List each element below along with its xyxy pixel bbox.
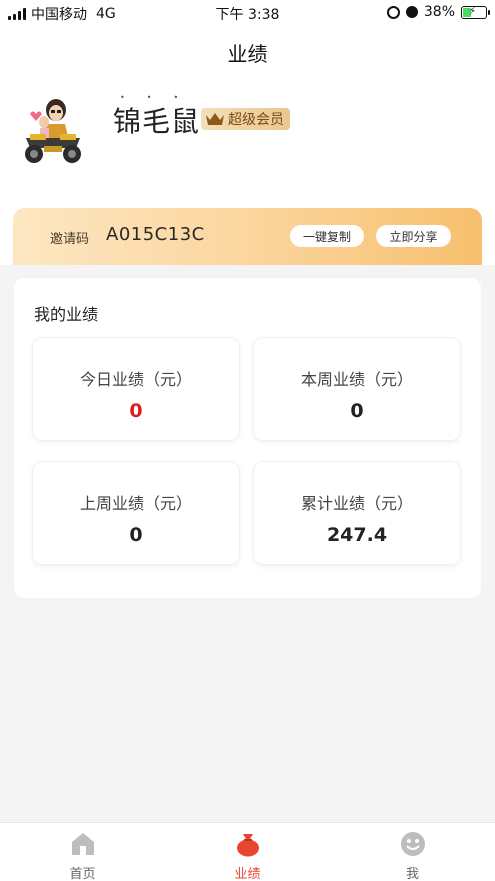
invite-card: 邀请码 A015C13C 一键复制 立即分享 [13, 208, 482, 265]
stat-label: 本周业绩（元） [300, 370, 413, 389]
orientation-lock-icon [386, 5, 400, 19]
copy-code-button[interactable]: 一键复制 [290, 225, 364, 247]
member-badge: 超级会员 [201, 108, 290, 130]
invite-code-value: A015C13C [106, 224, 205, 245]
page-title: 业绩 [227, 42, 268, 66]
tab-me[interactable]: 我 [330, 823, 495, 881]
share-button[interactable]: 立即分享 [376, 225, 451, 247]
tab-performance[interactable]: 业绩 [165, 823, 330, 881]
stat-value: 0 [129, 400, 143, 422]
stat-today[interactable]: 今日业绩（元） 0 [32, 337, 240, 441]
stat-total[interactable]: 累计业绩（元） 247.4 [253, 461, 461, 565]
avatar-illustration [25, 99, 81, 163]
tab-home[interactable]: 首页 [0, 823, 165, 881]
status-right: 38% ⚡ [386, 4, 490, 20]
tab-label: 业绩 [234, 867, 261, 881]
avatar[interactable] [20, 94, 86, 168]
stat-value: 0 [129, 524, 143, 546]
performance-card: 我的业绩 今日业绩（元） 0 本周业绩（元） 0 上周业绩（元） 0 累计业绩（… [14, 278, 481, 598]
tab-label: 我 [405, 867, 419, 881]
home-icon [72, 833, 94, 855]
tab-label: 首页 [69, 867, 96, 881]
username: 锦毛鼠 [113, 105, 201, 138]
alarm-icon [405, 6, 418, 18]
tab-bar: 首页 业绩 我 [0, 822, 495, 881]
battery-percent: 38% [423, 4, 455, 20]
stat-this-week[interactable]: 本周业绩（元） 0 [253, 337, 461, 441]
stat-label: 今日业绩（元） [79, 370, 192, 389]
stat-last-week[interactable]: 上周业绩（元） 0 [32, 461, 240, 565]
money-bag-icon [237, 834, 259, 857]
invite-code-label: 邀请码 [50, 232, 90, 247]
stat-label: 上周业绩（元） [79, 494, 192, 513]
charging-bolt-icon: ⚡ [469, 5, 477, 17]
stat-value: 0 [350, 400, 364, 422]
battery-icon: ⚡ [461, 5, 490, 19]
smiley-icon [401, 832, 425, 856]
stat-value: 247.4 [326, 524, 388, 546]
crown-icon [206, 113, 224, 125]
member-level: 超级会员 [228, 112, 284, 128]
status-bar: 中国移动 4G 下午 3:38 38% ⚡ [0, 0, 495, 26]
performance-title: 我的业绩 [34, 305, 99, 324]
stat-label: 累计业绩（元） [300, 494, 413, 513]
